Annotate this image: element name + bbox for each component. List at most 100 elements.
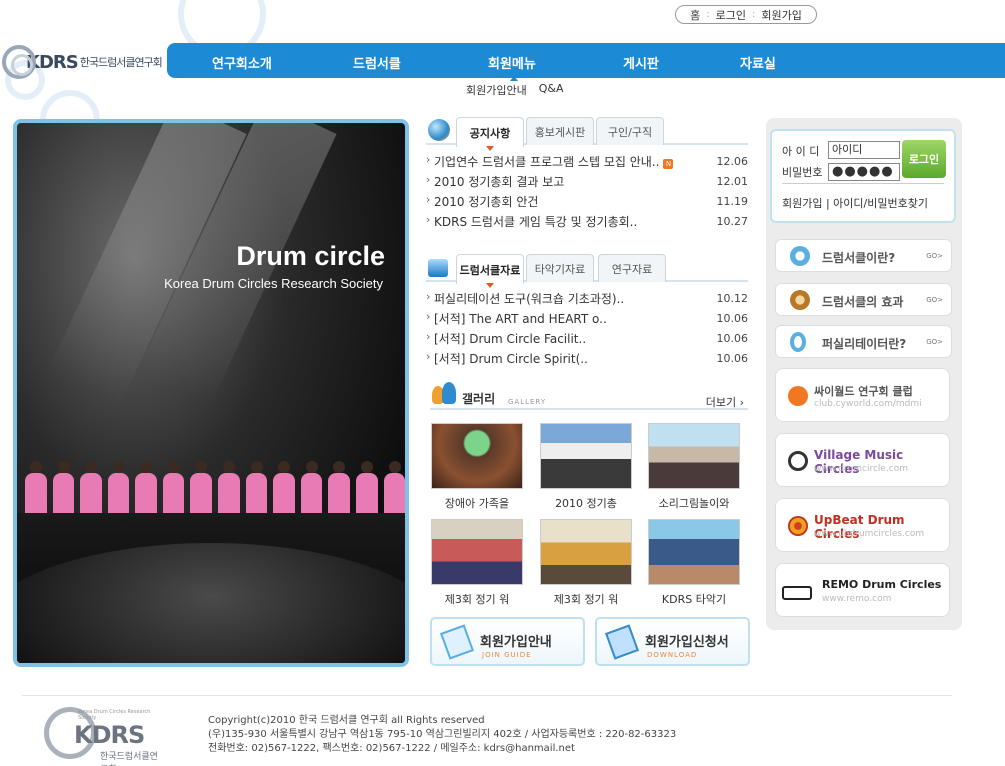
upbeat-drum-circles-banner[interactable]: UpBeat Drum Circles www.ubdrumcircles.co…: [775, 498, 950, 552]
subnav-join-guide[interactable]: 회원가입안내: [466, 82, 527, 98]
login-box: 아 이 디 비밀번호 아이디 ●●●●● 로그인 회원가입 | 아이디/비밀번호…: [770, 129, 956, 223]
nav-about[interactable]: 연구회소개: [212, 53, 272, 72]
gallery-thumb[interactable]: [431, 519, 523, 585]
gallery-caption[interactable]: 제3회 정기 워: [540, 591, 632, 607]
sub-nav: 회원가입안내 Q&A: [466, 76, 564, 98]
drum-icon: [790, 246, 810, 266]
post-date: 12.06: [716, 154, 749, 168]
list-item[interactable]: KDRS 드럼서클 게임 특강 및 정기총회.. 10.27: [426, 211, 748, 231]
post-date: 10.27: [716, 214, 749, 228]
gallery-thumb[interactable]: [540, 423, 632, 489]
join-guide-button[interactable]: 회원가입안내 JOIN GUIDE: [430, 617, 585, 666]
gallery-thumb[interactable]: [648, 519, 740, 585]
post-title: 기업연수 드럼서클 프로그램 스텝 모집 안내..: [434, 154, 660, 169]
gallery-thumb[interactable]: [431, 423, 523, 489]
login-button[interactable]: 로그인: [902, 140, 946, 178]
subnav-qna[interactable]: Q&A: [539, 82, 564, 98]
subnav-caret-icon: [510, 76, 518, 81]
footer-contact: 전화번호: 02)567-1222, 팩스번호: 02)567-1222 / 메…: [208, 743, 575, 754]
list-item[interactable]: [서적] Drum Circle Facilit.. 10.06: [426, 328, 748, 348]
remo-drum-circles-banner[interactable]: REMO Drum Circles www.remo.com: [775, 563, 950, 617]
notice-board: 공지사항 홍보게시판 구인/구직 기업연수 드럼서클 프로그램 스텝 모집 안내…: [426, 117, 748, 231]
id-input[interactable]: 아이디: [828, 141, 900, 159]
what-is-drum-circle-button[interactable]: 드럼서클이란? GO>: [775, 239, 952, 272]
gallery-thumb[interactable]: [648, 423, 740, 489]
id-label: 아 이 디: [782, 145, 820, 158]
join-link[interactable]: 회원가입: [761, 7, 801, 23]
list-item[interactable]: 2010 정기총회 결과 보고 12.01: [426, 171, 748, 191]
gallery-caption[interactable]: 장애아 가족을: [431, 495, 523, 511]
login-divider: [782, 183, 944, 184]
new-badge-icon: N: [663, 158, 674, 169]
top-utility-links: 홈 : 로그인 : 회원가입: [675, 5, 817, 24]
document-icon: [439, 624, 475, 660]
hero-title: Drum circle: [236, 241, 385, 271]
nav-board[interactable]: 게시판: [623, 53, 659, 72]
post-date: 10.06: [716, 331, 749, 345]
list-item[interactable]: 2010 정기총회 안건 11.19: [426, 191, 748, 211]
tab-research-data[interactable]: 연구자료: [598, 254, 666, 282]
join-form-download-button[interactable]: 회원가입신청서 DOWNLOAD: [595, 617, 750, 666]
home-link[interactable]: 홈: [690, 7, 700, 23]
join-guide-sublabel: JOIN GUIDE: [482, 651, 532, 659]
list-item[interactable]: [서적] Drum Circle Spirit(.. 10.06: [426, 348, 748, 368]
login-link[interactable]: 로그인: [716, 7, 746, 23]
monitor-icon: [428, 259, 448, 277]
banner-url: www.ubdrumcircles.com: [814, 529, 925, 539]
drum-circle-effect-button[interactable]: 드럼서클의 효과 GO>: [775, 283, 952, 316]
nav-drum-circle[interactable]: 드럼서클: [353, 53, 401, 72]
post-title: 2010 정기총회 안건: [434, 194, 539, 209]
hero-image: Drum circle Korea Drum Circles Research …: [13, 119, 409, 667]
logo-mark-icon: [2, 45, 36, 79]
gallery-thumb[interactable]: [540, 519, 632, 585]
list-item[interactable]: 퍼실리테이션 도구(워크숍 기초과정).. 10.12: [426, 288, 748, 308]
password-input[interactable]: ●●●●●: [828, 163, 900, 181]
post-title: [서적] The ART and HEART o..: [434, 311, 607, 326]
tab-notice[interactable]: 공지사항: [456, 117, 524, 151]
post-title: [서적] Drum Circle Facilit..: [434, 331, 587, 346]
gallery-more-link[interactable]: 더보기 ›: [706, 394, 744, 410]
download-form-icon: [604, 624, 640, 660]
gallery-caption[interactable]: 소리그림놀이와: [648, 495, 740, 511]
gallery-caption[interactable]: 제3회 정기 워: [431, 591, 523, 607]
logo-korean-name: 한국드럼서클연구회: [79, 56, 163, 69]
gallery-caption[interactable]: 2010 정기총: [540, 495, 632, 511]
post-date: 11.19: [716, 194, 749, 208]
list-item[interactable]: 기업연수 드럼서클 프로그램 스텝 모집 안내..N 12.06: [426, 151, 748, 171]
quick-link-label: 퍼실리테이터란?: [822, 337, 907, 351]
post-title: KDRS 드럼서클 게임 특강 및 정기총회..: [434, 214, 638, 229]
what-is-facilitator-button[interactable]: 퍼실리테이터란? GO>: [775, 325, 952, 358]
people-icon: [432, 382, 458, 406]
list-item[interactable]: [서적] The ART and HEART o.. 10.06: [426, 308, 748, 328]
hero-stage: [17, 513, 405, 663]
footer-copyright: Copyright(c)2010 한국 드럼서클 연구회 all Rights …: [208, 715, 485, 726]
gallery-title: 갤러리: [462, 392, 496, 406]
site-logo[interactable]: KDRS 한국드럼서클연구회: [2, 42, 168, 82]
tab-jobs[interactable]: 구인/구직: [596, 117, 664, 145]
join-form-label: 회원가입신청서: [645, 635, 729, 650]
quick-link-label: 드럼서클의 효과: [822, 295, 904, 309]
hand-drum-icon: [790, 290, 810, 310]
tab-promo[interactable]: 홍보게시판: [526, 117, 594, 145]
post-title: 2010 정기총회 결과 보고: [434, 174, 565, 189]
nav-member-menu[interactable]: 회원메뉴: [488, 53, 536, 72]
login-help-links[interactable]: 회원가입 | 아이디/비밀번호찾기: [782, 195, 928, 211]
post-date: 10.06: [716, 351, 749, 365]
gallery-caption[interactable]: KDRS 타악기: [648, 591, 740, 607]
cyworld-icon: [788, 386, 808, 406]
compass-icon: [788, 451, 808, 471]
tab-percussion-data[interactable]: 타악기자료: [526, 254, 594, 282]
tab-drumcircle-data[interactable]: 드럼서클자료: [456, 254, 524, 288]
banner-url: club.cyworld.com/mdmi: [814, 399, 922, 409]
quick-link-label: 드럼서클이란?: [822, 251, 896, 265]
hero-subtitle: Korea Drum Circles Research Society: [164, 276, 383, 291]
post-date: 10.06: [716, 311, 749, 325]
nav-archive[interactable]: 자료실: [740, 53, 776, 72]
post-title: [서적] Drum Circle Spirit(..: [434, 351, 588, 366]
go-label: GO>: [926, 338, 943, 346]
footer-info: Copyright(c)2010 한국 드럼서클 연구회 all Rights …: [208, 714, 676, 756]
footer-logo-brand: KDRS: [74, 721, 145, 749]
cyworld-club-banner[interactable]: 싸이월드 연구회 클럽 club.cyworld.com/mdmi: [775, 368, 950, 422]
village-music-circles-banner[interactable]: Village Music Circles www.drumcircle.com: [775, 433, 950, 487]
banner-url: www.remo.com: [822, 594, 892, 604]
